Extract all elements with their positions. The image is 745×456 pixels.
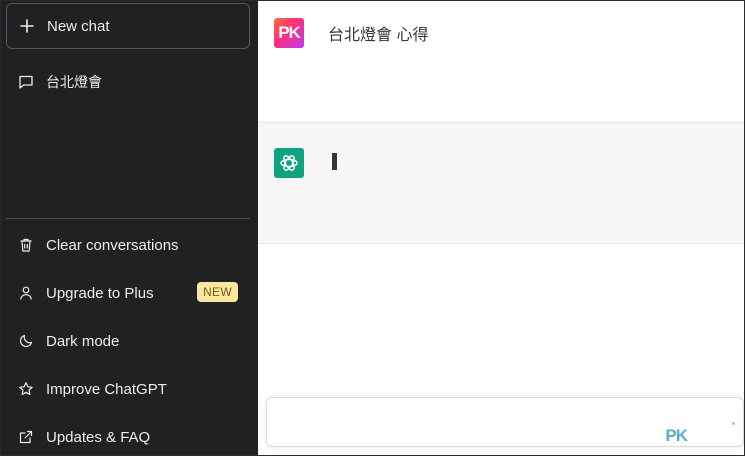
assistant-message-row: [258, 123, 744, 244]
sidebar: New chat 台北燈會 Clear conversations Upgrad…: [1, 1, 258, 455]
message-input[interactable]: PK: [266, 397, 744, 447]
dark-mode-button[interactable]: Dark mode: [6, 319, 250, 363]
external-link-icon: [18, 429, 36, 445]
pk-watermark: PK: [665, 426, 688, 445]
sidebar-divider: [6, 218, 250, 219]
star-icon: [18, 381, 36, 397]
new-badge: NEW: [197, 282, 238, 302]
chat-main: PK 台北燈會 心得 PK: [258, 1, 744, 455]
openai-logo-icon: [274, 148, 304, 178]
upgrade-to-plus-button[interactable]: Upgrade to Plus NEW: [6, 271, 250, 315]
chat-bubble-icon: [18, 74, 36, 90]
typing-cursor: [332, 153, 337, 170]
menu-label: Updates & FAQ: [46, 428, 151, 446]
clear-conversations-button[interactable]: Clear conversations: [6, 223, 250, 267]
conversation-label: 台北燈會: [46, 74, 102, 90]
plus-icon: [19, 18, 37, 34]
moon-icon: [18, 333, 36, 349]
menu-label: Improve ChatGPT: [46, 380, 167, 398]
user-avatar: PK: [274, 18, 304, 48]
trash-icon: [18, 237, 36, 253]
send-indicator: [732, 422, 735, 425]
app-window: New chat 台北燈會 Clear conversations Upgrad…: [0, 0, 745, 456]
new-chat-label: New chat: [47, 17, 110, 35]
menu-label: Upgrade to Plus: [46, 284, 154, 302]
menu-label: Dark mode: [46, 332, 120, 350]
user-message-row: PK 台北燈會 心得: [258, 1, 744, 123]
conversation-item[interactable]: 台北燈會: [6, 59, 250, 105]
menu-label: Clear conversations: [46, 236, 179, 254]
user-icon: [18, 285, 36, 301]
updates-faq-link[interactable]: Updates & FAQ: [6, 415, 250, 455]
new-chat-button[interactable]: New chat: [6, 3, 250, 49]
improve-chatgpt-button[interactable]: Improve ChatGPT: [6, 367, 250, 411]
user-message-text: 台北燈會 心得: [328, 27, 429, 44]
